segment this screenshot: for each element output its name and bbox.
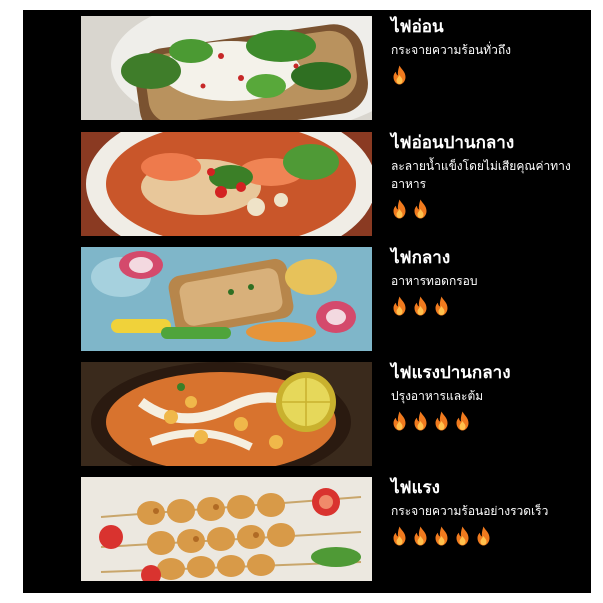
heat-level-row-medium: ไฟกลาง อาหารทอดกรอบ [23, 247, 591, 353]
flame-icon [391, 199, 408, 219]
heat-level-info: ไฟแรง กระจายความร้อนอย่างรวดเร็ว [391, 477, 591, 546]
flame-icon [391, 296, 408, 316]
flame-icon [454, 411, 471, 431]
flame-icon [475, 526, 492, 546]
heat-level-info: ไฟแรงปานกลาง ปรุงอาหารและต้ม [391, 362, 591, 431]
flame-icon [454, 526, 471, 546]
flame-icon [412, 296, 429, 316]
heat-level-info: ไฟอ่อน กระจายความร้อนทั่วถึง [391, 16, 591, 85]
flame-icon [412, 199, 429, 219]
flame-icon [433, 296, 450, 316]
heat-level-row-low: ไฟอ่อน กระจายความร้อนทั่วถึง [23, 16, 591, 122]
curry-pan-lime-photo [81, 362, 372, 466]
flame-rating [391, 526, 591, 546]
heat-level-description: อาหารทอดกรอบ [391, 274, 478, 288]
flame-icon [412, 411, 429, 431]
heat-level-title: ไฟกลาง [391, 248, 451, 268]
flame-icon [412, 526, 429, 546]
heat-levels-panel: ไฟอ่อน กระจายความร้อนทั่วถึง ไฟอ่อนปานกล… [23, 10, 591, 593]
flame-icon [391, 411, 408, 431]
heat-level-title: ไฟอ่อนปานกลาง [391, 133, 515, 153]
heat-level-description: ละลายน้ำแข็งโดยไม่เสียคุณค่าทางอาหาร [391, 159, 571, 191]
flame-icon [391, 65, 408, 85]
heat-level-description: กระจายความร้อนอย่างรวดเร็ว [391, 504, 549, 518]
heat-level-description: ปรุงอาหารและต้ม [391, 389, 484, 403]
heat-level-row-high: ไฟแรง กระจายความร้อนอย่างรวดเร็ว [23, 477, 591, 583]
flame-icon [433, 526, 450, 546]
flame-icon [391, 526, 408, 546]
heat-level-title: ไฟอ่อน [391, 17, 444, 37]
flame-rating [391, 411, 591, 431]
flame-rating [391, 65, 591, 85]
shrimp-noodle-soup-photo [81, 132, 372, 236]
flame-icon [433, 411, 450, 431]
grilled-fish-vegetables-photo [81, 247, 372, 351]
flame-rating [391, 199, 591, 219]
chicken-skewers-photo [81, 477, 372, 581]
avocado-toast-photo [81, 16, 372, 120]
heat-level-description: กระจายความร้อนทั่วถึง [391, 43, 511, 57]
flame-rating [391, 296, 591, 316]
heat-level-row-medium-low: ไฟอ่อนปานกลาง ละลายน้ำแข็งโดยไม่เสียคุณค… [23, 132, 591, 238]
screenshot-frame: ไฟอ่อน กระจายความร้อนทั่วถึง ไฟอ่อนปานกล… [0, 0, 603, 603]
heat-level-info: ไฟอ่อนปานกลาง ละลายน้ำแข็งโดยไม่เสียคุณค… [391, 132, 591, 219]
heat-level-title: ไฟแรง [391, 478, 440, 498]
heat-level-row-medium-high: ไฟแรงปานกลาง ปรุงอาหารและต้ม [23, 362, 591, 468]
heat-level-title: ไฟแรงปานกลาง [391, 363, 511, 383]
heat-level-info: ไฟกลาง อาหารทอดกรอบ [391, 247, 591, 316]
